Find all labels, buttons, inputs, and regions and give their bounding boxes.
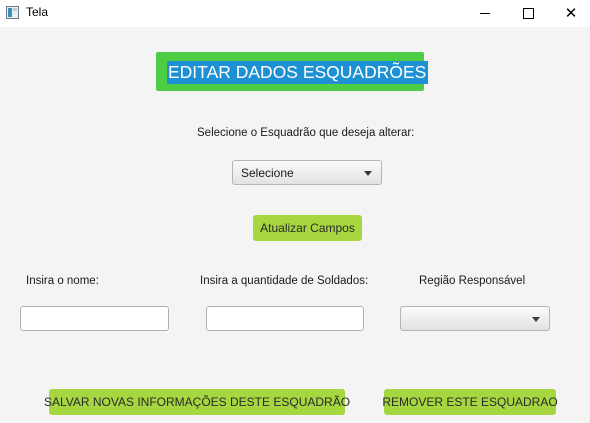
region-label: Região Responsável bbox=[419, 275, 526, 287]
soldiers-label: Insira a quantidade de Soldados: bbox=[200, 275, 369, 287]
header-banner: EDITAR DADOS ESQUADRÕES bbox=[156, 52, 429, 91]
remove-squad-button[interactable]: REMOVER ESTE ESQUADRAO bbox=[382, 389, 558, 415]
java-app-icon bbox=[6, 6, 19, 19]
maximize-button[interactable] bbox=[505, 0, 551, 27]
close-icon: ✕ bbox=[564, 4, 578, 22]
minimize-icon bbox=[480, 13, 490, 14]
page-title: EDITAR DADOS ESQUADRÕES bbox=[167, 61, 429, 84]
squad-select-label: Selecione o Esquadrão que deseja alterar… bbox=[197, 127, 415, 139]
window-title: Tela bbox=[26, 5, 49, 19]
minimize-button[interactable] bbox=[462, 0, 508, 27]
chevron-down-icon bbox=[364, 171, 372, 176]
close-button[interactable]: ✕ bbox=[548, 0, 590, 27]
name-label: Insira o nome: bbox=[26, 275, 99, 287]
region-combobox[interactable] bbox=[400, 306, 550, 331]
squad-combobox-value: Selecione bbox=[241, 166, 294, 180]
squad-combobox[interactable]: Selecione bbox=[232, 160, 382, 185]
maximize-icon bbox=[522, 8, 534, 19]
title-bar: Tela ✕ bbox=[0, 0, 590, 27]
update-fields-button[interactable]: Atualizar Campos bbox=[253, 215, 362, 241]
soldiers-field[interactable] bbox=[206, 306, 364, 331]
name-field[interactable] bbox=[20, 306, 169, 331]
chevron-down-icon bbox=[532, 317, 540, 322]
save-squad-button[interactable]: SALVAR NOVAS INFORMAÇÕES DESTE ESQUADRÃO bbox=[44, 389, 350, 415]
